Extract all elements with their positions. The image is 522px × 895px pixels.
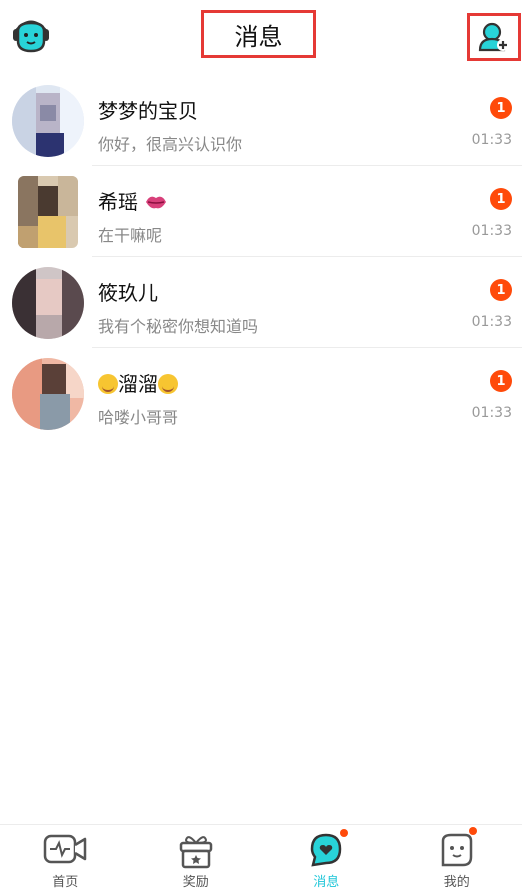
- tab-profile[interactable]: 我的: [392, 825, 522, 895]
- contact-name: 溜溜: [98, 368, 178, 397]
- contact-name-text: 希瑶: [98, 190, 138, 214]
- avatar: [12, 267, 84, 339]
- tab-home[interactable]: 首页: [0, 825, 131, 895]
- avatar: [18, 176, 78, 248]
- conversation-item[interactable]: 筱玖儿 我有个秘密你想知道吗 1 01:33: [0, 257, 522, 348]
- message-time: 01:33: [471, 223, 512, 239]
- conversation-list: 梦梦的宝贝 你好，很高兴认识你 1 01:33 希瑶 在干嘛呢 1 01:33 …: [0, 75, 522, 439]
- message-time: 01:33: [471, 132, 512, 148]
- unread-badge: 1: [490, 279, 512, 301]
- page-title-text: 消息: [234, 22, 283, 51]
- smile-emoji-icon: [98, 374, 118, 394]
- unread-badge: 1: [490, 370, 512, 392]
- tab-label: 首页: [52, 875, 79, 890]
- unread-badge: 1: [490, 97, 512, 119]
- bottom-tab-bar: 首页 奖励 消息 我的: [0, 824, 522, 895]
- smile-emoji-icon: [158, 374, 178, 394]
- unread-badge: 1: [490, 188, 512, 210]
- tab-label: 消息: [313, 875, 340, 890]
- profile-face-icon: [435, 827, 479, 869]
- notification-dot: [468, 827, 477, 835]
- add-friend-icon: [478, 22, 509, 52]
- contact-name: 梦梦的宝贝: [98, 99, 198, 123]
- add-friend-button[interactable]: [467, 13, 521, 61]
- message-preview: 你好，很高兴认识你: [98, 135, 243, 154]
- conversation-item[interactable]: 溜溜 哈喽小哥哥 1 01:33: [0, 348, 522, 439]
- avatar: [12, 85, 84, 157]
- conversation-item[interactable]: 希瑶 在干嘛呢 1 01:33: [0, 166, 522, 257]
- mascot-logo-icon[interactable]: [10, 17, 52, 53]
- message-heart-icon: [304, 829, 349, 869]
- tab-label: 奖励: [182, 875, 209, 890]
- message-time: 01:33: [471, 405, 512, 421]
- header: 消息: [0, 0, 522, 70]
- page-title: 消息: [201, 10, 316, 58]
- message-preview: 在干嘛呢: [98, 226, 163, 245]
- contact-name: 希瑶: [98, 186, 168, 217]
- avatar: [12, 358, 84, 430]
- conversation-item[interactable]: 梦梦的宝贝 你好，很高兴认识你 1 01:33: [0, 75, 522, 166]
- message-time: 01:33: [471, 314, 512, 330]
- contact-name-text: 溜溜: [118, 372, 158, 396]
- tab-rewards[interactable]: 奖励: [131, 825, 262, 895]
- video-chat-icon: [43, 831, 87, 869]
- contact-name: 筱玖儿: [98, 281, 158, 305]
- gift-icon: [174, 831, 218, 869]
- tab-messages[interactable]: 消息: [261, 825, 392, 895]
- tab-label: 我的: [443, 875, 470, 890]
- message-preview: 哈喽小哥哥: [98, 408, 179, 427]
- message-preview: 我有个秘密你想知道吗: [98, 317, 259, 336]
- kiss-lips-icon: [144, 192, 168, 217]
